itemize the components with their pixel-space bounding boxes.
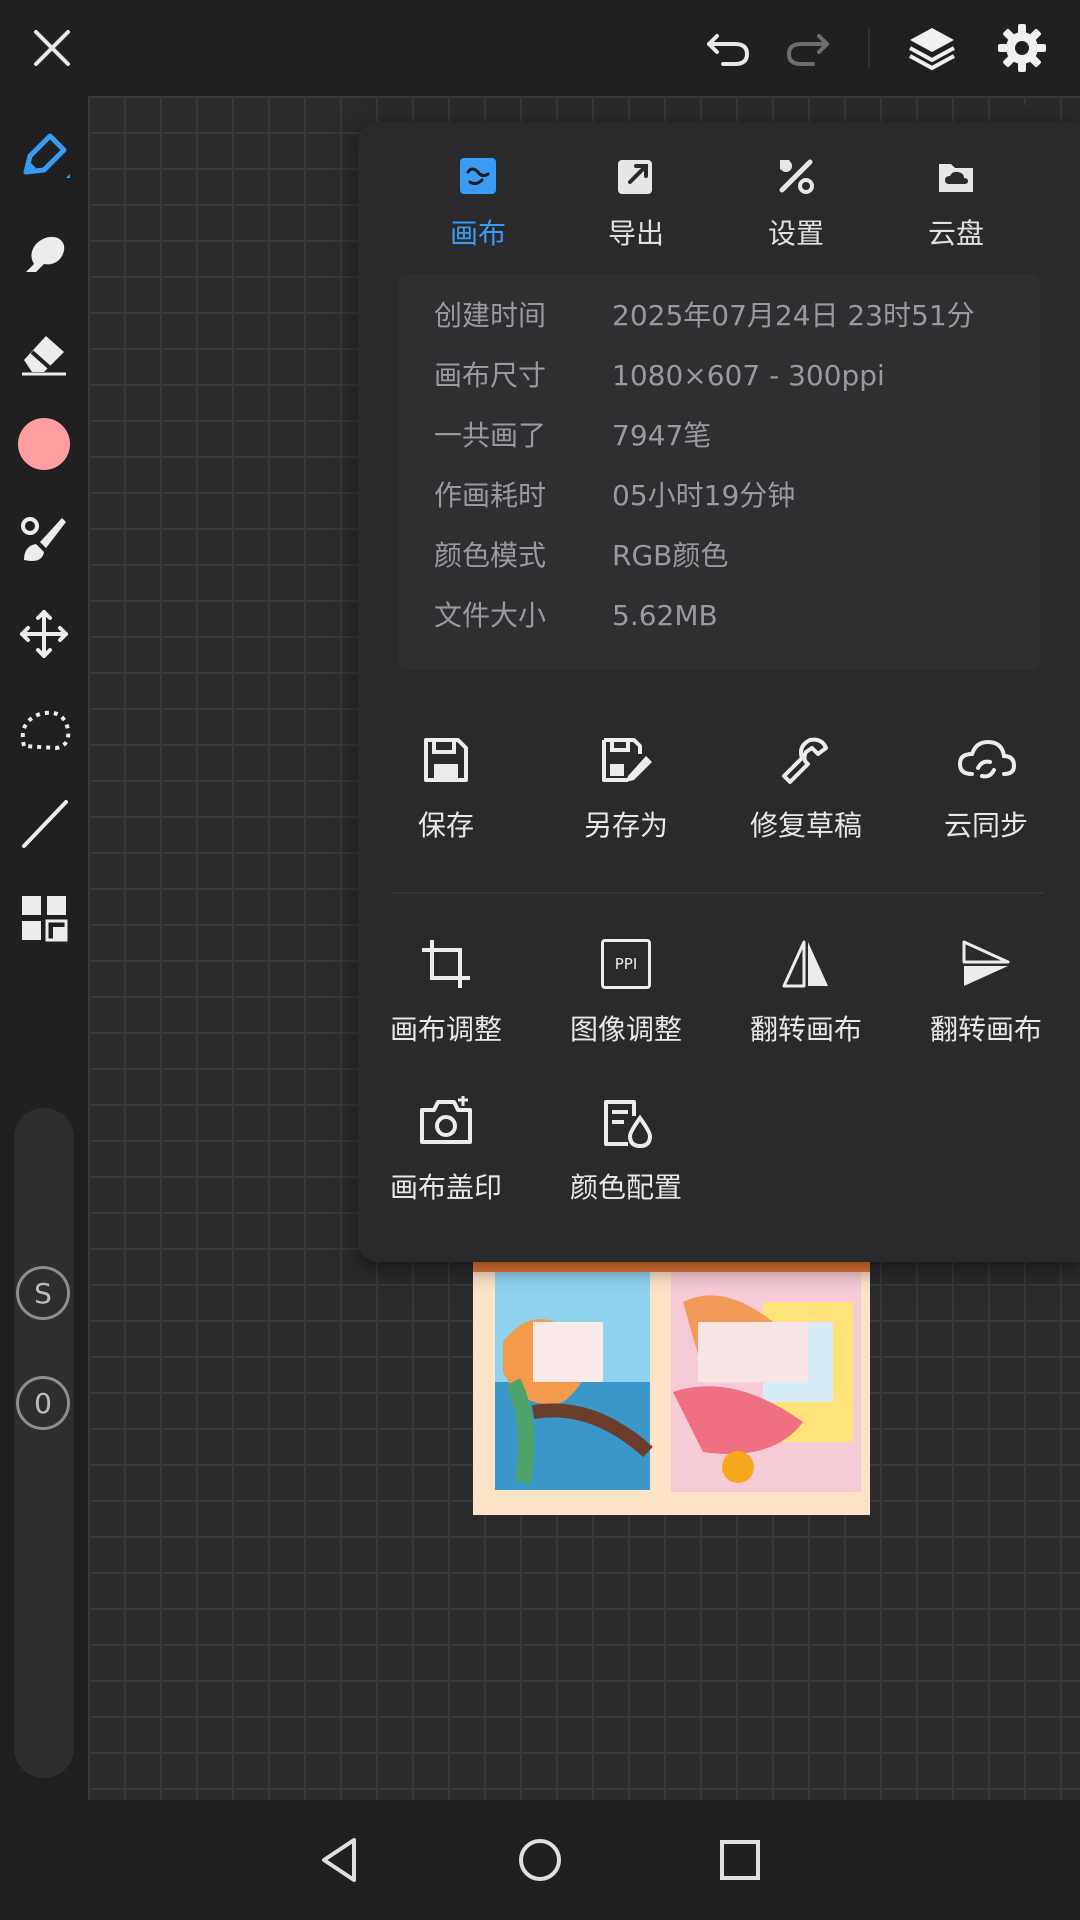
repair-draft-button[interactable]: 修复草稿 [721, 730, 891, 850]
eraser-icon[interactable] [14, 322, 74, 382]
cloud-sync-icon [901, 730, 1071, 790]
move-icon[interactable] [14, 604, 74, 664]
info-row: 创建时间 2025年07月24日 23时51分 [434, 296, 975, 336]
info-value: 5.62MB [612, 599, 718, 632]
tab-settings-label: 设置 [767, 217, 824, 250]
canvas-settings-panel: 画布 导出 设置 云盘 创建时间 2025年07月24日 23时51分 画布尺寸… [358, 122, 1080, 1262]
back-icon[interactable] [312, 1832, 368, 1888]
brush-size-slider[interactable] [14, 1108, 74, 1778]
cloud-sync-label: 云同步 [943, 809, 1028, 842]
info-key: 画布尺寸 [434, 359, 547, 392]
brush-icon[interactable] [14, 510, 74, 570]
canvas-info-card: 创建时间 2025年07月24日 23时51分 画布尺寸 1080×607 - … [398, 274, 1040, 670]
opacity-button[interactable]: 0 [16, 1376, 70, 1430]
tab-canvas-label: 画布 [449, 217, 506, 250]
repair-draft-label: 修复草稿 [749, 809, 862, 842]
canvas-stamp-button[interactable]: 画布盖印 [361, 1092, 531, 1212]
color-config-label: 颜色配置 [569, 1171, 682, 1204]
canvas-stamp-label: 画布盖印 [389, 1171, 502, 1204]
flip-horizontal-label: 翻转画布 [749, 1013, 862, 1046]
tab-canvas[interactable]: 画布 [418, 150, 538, 260]
canvas-adjust-button[interactable]: 画布调整 [361, 934, 531, 1054]
export-icon [576, 150, 696, 202]
layers-icon[interactable] [904, 20, 960, 76]
line-icon[interactable] [14, 794, 74, 854]
opacity-label: 0 [34, 1386, 52, 1420]
image-adjust-button[interactable]: PPI 图像调整 [541, 934, 711, 1054]
info-value: 1080×607 - 300ppi [612, 359, 885, 392]
recents-icon[interactable] [712, 1832, 768, 1888]
info-row: 一共画了 7947笔 [434, 416, 711, 456]
cloud-sync-button[interactable]: 云同步 [901, 730, 1071, 850]
image-adjust-label: 图像调整 [569, 1013, 682, 1046]
ppi-icon-text: PPI [614, 955, 638, 973]
color-swatch[interactable] [14, 414, 74, 474]
gear-icon[interactable] [994, 20, 1050, 76]
redo-icon[interactable] [780, 20, 836, 76]
canvas-icon [418, 150, 538, 202]
flip-vertical-icon [901, 934, 1071, 994]
save-icon [361, 730, 531, 790]
save-as-button[interactable]: 另存为 [541, 730, 711, 850]
color-profile-icon [541, 1092, 711, 1152]
color-config-button[interactable]: 颜色配置 [541, 1092, 711, 1212]
section-divider [392, 892, 1044, 894]
flip-horizontal-icon [721, 934, 891, 994]
info-row: 颜色模式 RGB颜色 [434, 536, 728, 576]
flip-horizontal-button[interactable]: 翻转画布 [721, 934, 891, 1054]
close-icon[interactable] [24, 20, 80, 76]
flip-vertical-label: 翻转画布 [929, 1013, 1042, 1046]
stabilizer-button[interactable]: S [16, 1266, 70, 1320]
lasso-icon[interactable] [14, 700, 74, 760]
pen-icon[interactable] [14, 126, 74, 186]
tab-cloud-drive-label: 云盘 [927, 217, 984, 250]
info-key: 创建时间 [434, 299, 547, 332]
top-toolbar [0, 0, 1080, 96]
info-value: 05小时19分钟 [612, 479, 796, 512]
home-icon[interactable] [512, 1832, 568, 1888]
ppi-icon: PPI [541, 934, 711, 994]
system-navbar [0, 1800, 1080, 1920]
save-as-icon [541, 730, 711, 790]
smudge-icon[interactable] [14, 224, 74, 284]
tools-icon [736, 150, 856, 202]
artwork-image [473, 1262, 870, 1515]
tab-cloud-drive[interactable]: 云盘 [896, 150, 1016, 260]
info-row: 文件大小 5.62MB [434, 596, 718, 636]
wrench-icon [721, 730, 891, 790]
grid-icon[interactable] [14, 888, 74, 948]
tab-export-label: 导出 [607, 217, 664, 250]
camera-icon [361, 1092, 531, 1152]
tab-settings[interactable]: 设置 [736, 150, 856, 260]
panel-pointer [1006, 104, 1046, 124]
crop-icon [361, 934, 531, 994]
info-key: 一共画了 [434, 419, 547, 452]
canvas-adjust-label: 画布调整 [389, 1013, 502, 1046]
flip-vertical-button[interactable]: 翻转画布 [901, 934, 1071, 1054]
tab-export[interactable]: 导出 [576, 150, 696, 260]
tool-sidebar: S 0 [0, 96, 88, 1800]
save-label: 保存 [417, 809, 474, 842]
save-as-label: 另存为 [583, 809, 668, 842]
info-key: 颜色模式 [434, 539, 547, 572]
info-row: 画布尺寸 1080×607 - 300ppi [434, 356, 885, 396]
undo-icon[interactable] [700, 20, 756, 76]
cloud-drive-icon [896, 150, 1016, 202]
info-value: RGB颜色 [612, 539, 729, 572]
info-value: 2025年07月24日 23时51分 [612, 299, 975, 332]
stabilizer-label: S [34, 1276, 52, 1310]
info-key: 文件大小 [434, 599, 547, 632]
save-button[interactable]: 保存 [361, 730, 531, 850]
info-key: 作画耗时 [434, 479, 547, 512]
info-value: 7947笔 [612, 419, 712, 452]
info-row: 作画耗时 05小时19分钟 [434, 476, 795, 516]
toolbar-divider [868, 28, 870, 68]
